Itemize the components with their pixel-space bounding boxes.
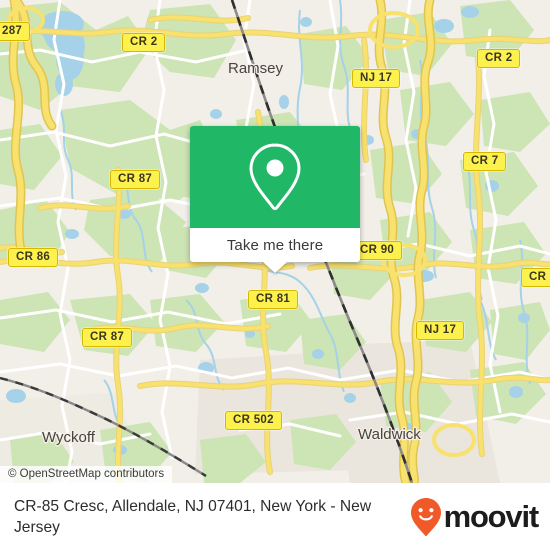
page-footer: CR-85 Cresc, Allendale, NJ 07401, New Yo… bbox=[0, 483, 550, 550]
route-shield-cr2-e[interactable]: CR 2 bbox=[477, 49, 521, 68]
moovit-logo[interactable]: moovit bbox=[409, 497, 550, 537]
take-me-there-label: Take me there bbox=[226, 236, 324, 254]
location-title: CR-85 Cresc, Allendale, NJ 07401, New Yo… bbox=[14, 497, 372, 536]
location-popup-card[interactable]: Take me there bbox=[190, 126, 360, 273]
route-shield-cr87-n[interactable]: CR 87 bbox=[110, 170, 161, 189]
route-shield-cr2[interactable]: CR 2 bbox=[122, 33, 166, 52]
map-pin-icon bbox=[249, 143, 301, 211]
route-shield-cr81[interactable]: CR 81 bbox=[248, 290, 299, 309]
route-shield-nj17-s[interactable]: NJ 17 bbox=[416, 321, 465, 340]
route-shield-cr87-s[interactable]: CR 87 bbox=[82, 328, 133, 347]
route-shield-cr86[interactable]: CR 86 bbox=[8, 248, 59, 267]
route-shield-cr90-e[interactable]: CR 90 bbox=[521, 268, 550, 287]
popup-tail-pointer bbox=[263, 262, 287, 273]
moovit-wordmark: moovit bbox=[443, 498, 540, 534]
popup-header bbox=[190, 126, 360, 228]
moovit-smiley-pin-icon bbox=[410, 497, 441, 536]
route-shield-cr502[interactable]: CR 502 bbox=[225, 411, 282, 430]
route-shield-cr7[interactable]: CR 7 bbox=[463, 152, 507, 171]
map-canvas[interactable]: Ramsey Wyckoff Waldwick 287 CR 2 NJ 17 C… bbox=[0, 0, 550, 483]
popup-footer[interactable]: Take me there bbox=[190, 228, 360, 273]
osm-attribution[interactable]: © OpenStreetMap contributors bbox=[0, 466, 173, 483]
route-shield-287[interactable]: 287 bbox=[0, 22, 31, 41]
route-shield-nj17[interactable]: NJ 17 bbox=[352, 69, 401, 88]
